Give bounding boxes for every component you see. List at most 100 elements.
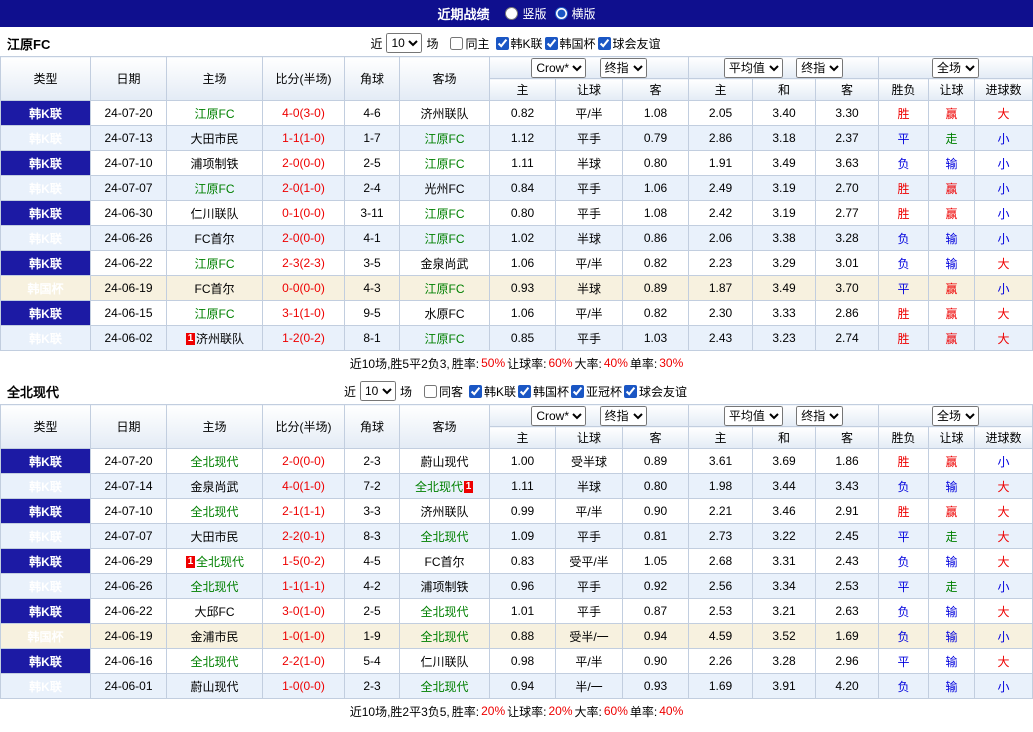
corner-cell: 8-3 xyxy=(345,524,400,549)
team-name-text: 浦项制铁 xyxy=(190,157,238,171)
euro-time-select[interactable]: 终指 xyxy=(796,58,843,78)
handicap-odds-cell: 1.00 xyxy=(490,449,556,474)
col-ah-home: 主 xyxy=(490,427,556,449)
league-filter-option[interactable]: 韩国杯 xyxy=(545,35,596,52)
result-cell: 输 xyxy=(929,226,975,251)
handicap-odds-cell: 0.82 xyxy=(490,101,556,126)
recent-count-select[interactable]: 10 xyxy=(386,33,422,53)
same-venue-option[interactable]: 同客 xyxy=(424,383,463,400)
match-date-cell: 24-06-19 xyxy=(91,624,167,649)
match-date-cell: 24-07-20 xyxy=(91,449,167,474)
col-away: 客场 xyxy=(400,57,490,101)
handicap-odds-cell: 半球 xyxy=(556,276,623,301)
result-cell: 小 xyxy=(975,176,1033,201)
euro-odds-cell: 3.23 xyxy=(753,326,816,351)
layout-option-horizontal[interactable]: 横版 xyxy=(555,5,596,22)
away-team-cell: 光州FC xyxy=(400,176,490,201)
corner-cell: 1-9 xyxy=(345,624,400,649)
col-result: 胜负 xyxy=(879,79,929,101)
col-type: 类型 xyxy=(1,57,91,101)
same-venue-option[interactable]: 同主 xyxy=(450,35,489,52)
bookmaker-select[interactable]: Crow* xyxy=(531,406,586,426)
match-row: 韩国杯24-06-19金浦市民1-0(1-0)1-9全北现代0.88受半/一0.… xyxy=(1,624,1033,649)
corner-cell: 8-1 xyxy=(345,326,400,351)
corner-cell: 4-1 xyxy=(345,226,400,251)
horizontal-layout-radio[interactable] xyxy=(555,7,568,20)
handicap-odds-cell: 平手 xyxy=(556,201,623,226)
team-name-text: 全北现代 xyxy=(420,630,468,644)
league-filter-option[interactable]: 韩国杯 xyxy=(518,383,569,400)
team-name-text: 江原FC xyxy=(195,257,235,271)
league-checkbox[interactable] xyxy=(545,37,558,50)
scope-select[interactable]: 全场 xyxy=(932,406,979,426)
handicap-time-select[interactable]: 终指 xyxy=(600,58,647,78)
handicap-time-select[interactable]: 终指 xyxy=(600,406,647,426)
league-checkbox[interactable] xyxy=(469,385,482,398)
league-checkbox[interactable] xyxy=(571,385,584,398)
league-filter-option[interactable]: 亚冠杯 xyxy=(571,383,622,400)
handicap-odds-cell: 半球 xyxy=(556,151,623,176)
summary-stat-label: 单率: xyxy=(630,703,657,720)
summary-stat-label: 胜率: xyxy=(452,355,479,372)
euro-odds-cell: 3.22 xyxy=(753,524,816,549)
handicap-odds-cell: 0.80 xyxy=(623,474,689,499)
league-type-cell: 韩国杯 xyxy=(1,624,91,649)
score-cell: 2-0(0-0) xyxy=(263,226,345,251)
league-filter-option[interactable]: 球会友谊 xyxy=(598,35,661,52)
league-checkbox[interactable] xyxy=(624,385,637,398)
match-date-cell: 24-06-30 xyxy=(91,201,167,226)
home-team-cell: 江原FC xyxy=(167,301,263,326)
league-label: 球会友谊 xyxy=(613,35,661,52)
col-ah-away: 客 xyxy=(623,79,689,101)
horizontal-layout-label: 横版 xyxy=(572,5,596,22)
euro-odds-cell: 2.26 xyxy=(689,649,753,674)
summary-stat-label: 大率: xyxy=(575,703,602,720)
league-filters: 韩K联韩国杯球会友谊 xyxy=(496,35,663,52)
layout-option-vertical[interactable]: 竖版 xyxy=(505,5,546,22)
team-name-text: FC首尔 xyxy=(195,282,235,296)
vertical-layout-radio[interactable] xyxy=(505,7,518,20)
league-type-cell: 韩K联 xyxy=(1,101,91,126)
league-type-cell: 韩K联 xyxy=(1,499,91,524)
team-name-text: 光州FC xyxy=(425,182,465,196)
euro-odds-cell: 3.44 xyxy=(753,474,816,499)
handicap-odds-cell: 1.06 xyxy=(490,251,556,276)
result-cell: 负 xyxy=(879,226,929,251)
handicap-odds-cell: 0.93 xyxy=(623,674,689,699)
team-name-text: 仁川联队 xyxy=(190,207,238,221)
euro-odds-cell: 1.98 xyxy=(689,474,753,499)
euro-odds-cell: 3.49 xyxy=(753,151,816,176)
euro-source-select[interactable]: 平均值 xyxy=(724,58,783,78)
filter-bar: 江原FC 近 10 场 同主 韩K联韩国杯球会友谊 xyxy=(0,30,1033,56)
result-cell: 胜 xyxy=(879,101,929,126)
league-filter-option[interactable]: 球会友谊 xyxy=(624,383,687,400)
col-eu-draw: 和 xyxy=(753,79,816,101)
scope-select[interactable]: 全场 xyxy=(932,58,979,78)
match-row: 韩K联24-06-15江原FC3-1(1-0)9-5水原FC1.06平/半0.8… xyxy=(1,301,1033,326)
league-filter-option[interactable]: 韩K联 xyxy=(496,35,543,52)
league-filter-option[interactable]: 韩K联 xyxy=(469,383,516,400)
handicap-odds-cell: 半/一 xyxy=(556,674,623,699)
team-name-text: 江原FC xyxy=(195,307,235,321)
bookmaker-select[interactable]: Crow* xyxy=(531,58,586,78)
recent-count-select[interactable]: 10 xyxy=(360,381,396,401)
league-checkbox[interactable] xyxy=(496,37,509,50)
euro-odds-cell: 4.20 xyxy=(816,674,879,699)
euro-odds-cell: 2.53 xyxy=(689,599,753,624)
handicap-odds-cell: 1.06 xyxy=(490,301,556,326)
same-venue-checkbox[interactable] xyxy=(450,37,463,50)
match-date-cell: 24-07-10 xyxy=(91,151,167,176)
euro-odds-cell: 3.40 xyxy=(753,101,816,126)
same-venue-checkbox[interactable] xyxy=(424,385,437,398)
league-checkbox[interactable] xyxy=(518,385,531,398)
league-type-cell: 韩K联 xyxy=(1,649,91,674)
euro-odds-cell: 2.63 xyxy=(816,599,879,624)
red-card-badge: 1 xyxy=(464,481,473,493)
team-name-text: FC首尔 xyxy=(195,232,235,246)
euro-source-select[interactable]: 平均值 xyxy=(724,406,783,426)
euro-odds-cell: 1.86 xyxy=(816,449,879,474)
league-checkbox[interactable] xyxy=(598,37,611,50)
euro-odds-cell: 2.68 xyxy=(689,549,753,574)
result-cell: 平 xyxy=(879,574,929,599)
euro-time-select[interactable]: 终指 xyxy=(796,406,843,426)
